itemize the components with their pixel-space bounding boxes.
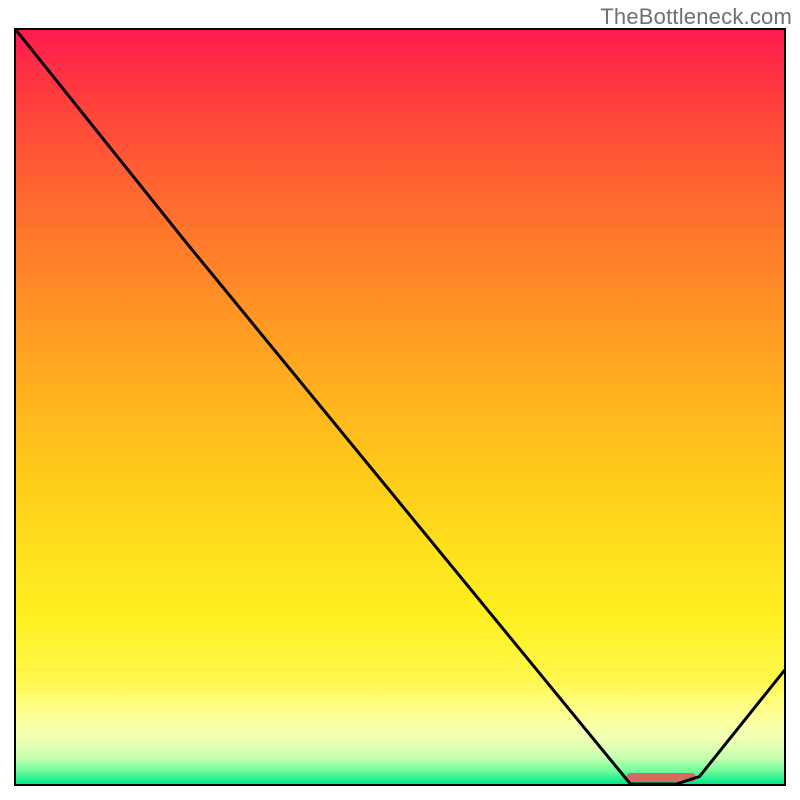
plot-area [14, 28, 786, 786]
attribution-text: TheBottleneck.com [600, 4, 792, 30]
curve-path [16, 30, 784, 784]
plot-outer [14, 28, 786, 786]
curve-layer [16, 30, 784, 784]
chart-container: TheBottleneck.com [0, 0, 800, 800]
